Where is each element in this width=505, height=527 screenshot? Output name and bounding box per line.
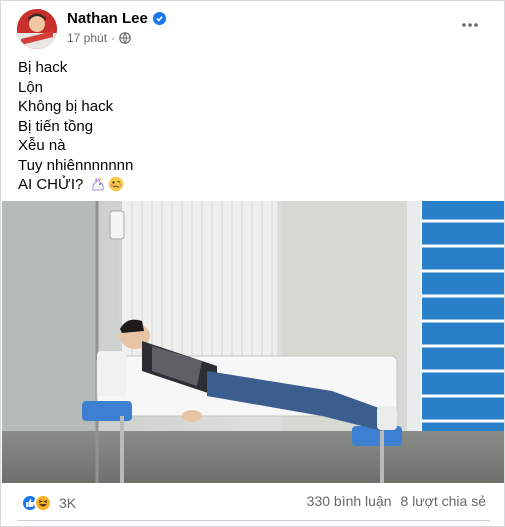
post-line: Tuy nhiênnnnnnn bbox=[18, 156, 134, 174]
facebook-post-card: Nathan Lee 17 phút · Bị hack Lộn Không b… bbox=[0, 0, 505, 527]
post-line: AI CHỬI? bbox=[18, 176, 84, 193]
post-timestamp[interactable]: 17 phút bbox=[67, 31, 107, 45]
comments-count-link[interactable]: 330 bình luận bbox=[307, 493, 392, 509]
haha-reaction-icon bbox=[34, 494, 52, 512]
post-line: Bị hack bbox=[18, 59, 68, 76]
post-line: Lộn bbox=[18, 78, 44, 96]
post-line: Bị tiến tồng bbox=[18, 117, 94, 135]
woozy-face-emoji-icon bbox=[108, 176, 123, 192]
post-line: Xễu nà bbox=[18, 137, 66, 154]
engagement-stats: 330 bình luận 8 lượt chia sẻ bbox=[307, 493, 486, 509]
unicorn-emoji-icon bbox=[91, 176, 104, 191]
globe-icon bbox=[119, 32, 131, 44]
post-last-line: AI CHỬI? bbox=[18, 175, 133, 195]
verified-badge-icon bbox=[152, 12, 166, 25]
post-meta: 17 phút · bbox=[67, 31, 131, 45]
emoji-group bbox=[90, 176, 124, 192]
author-row: Nathan Lee bbox=[67, 10, 166, 27]
reaction-summary[interactable]: 3K bbox=[21, 494, 76, 512]
post-line: Không bị hack bbox=[18, 98, 114, 115]
post-body: Bị hack Lộn Không bị hack Bị tiến tồng X… bbox=[18, 58, 133, 195]
author-name[interactable]: Nathan Lee bbox=[67, 10, 148, 27]
post-footer: 3K 330 bình luận 8 lượt chia sẻ bbox=[17, 483, 490, 521]
author-avatar[interactable] bbox=[17, 9, 57, 49]
more-options-icon[interactable] bbox=[460, 15, 480, 35]
post-photo[interactable] bbox=[2, 201, 504, 483]
post-header: Nathan Lee 17 phút · bbox=[17, 9, 488, 49]
shares-count-link[interactable]: 8 lượt chia sẻ bbox=[401, 493, 486, 509]
reaction-count: 3K bbox=[59, 495, 77, 511]
